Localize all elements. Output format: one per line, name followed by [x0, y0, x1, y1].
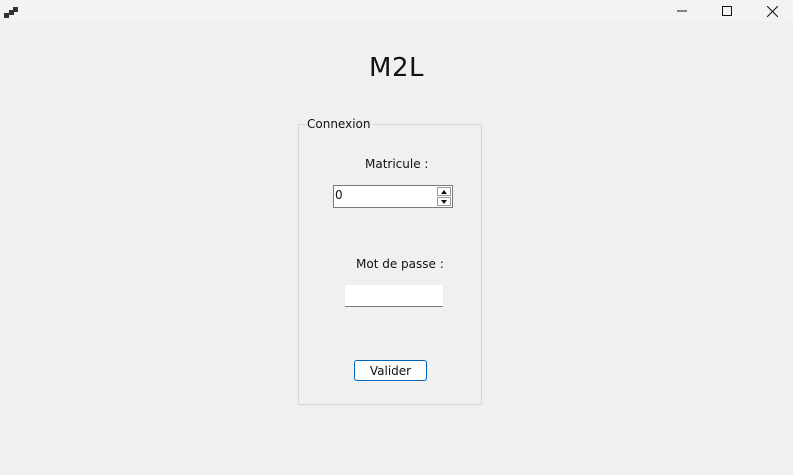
matricule-label: Matricule :: [365, 157, 429, 171]
minimize-button[interactable]: [659, 0, 705, 22]
app-icon: [4, 4, 20, 18]
minimize-icon: [677, 10, 687, 12]
valider-button[interactable]: Valider: [354, 360, 427, 381]
maximize-button[interactable]: [704, 0, 750, 22]
arrow-up-icon: [441, 189, 447, 194]
maximize-icon: [722, 6, 732, 16]
spin-down-button[interactable]: [437, 197, 451, 206]
groupbox-legend: Connexion: [305, 117, 373, 131]
close-icon: [766, 5, 778, 17]
matricule-numeric-input[interactable]: 0: [333, 185, 453, 208]
title-bar[interactable]: [0, 0, 793, 22]
app-window: M2L Connexion Matricule : 0 Mot de passe…: [0, 0, 793, 475]
matricule-value[interactable]: 0: [335, 188, 343, 202]
app-title: M2L: [369, 53, 424, 83]
spin-up-button[interactable]: [437, 187, 451, 196]
password-field[interactable]: [345, 285, 443, 307]
arrow-down-icon: [441, 199, 447, 204]
close-button[interactable]: [749, 0, 793, 22]
password-label: Mot de passe :: [356, 257, 444, 271]
